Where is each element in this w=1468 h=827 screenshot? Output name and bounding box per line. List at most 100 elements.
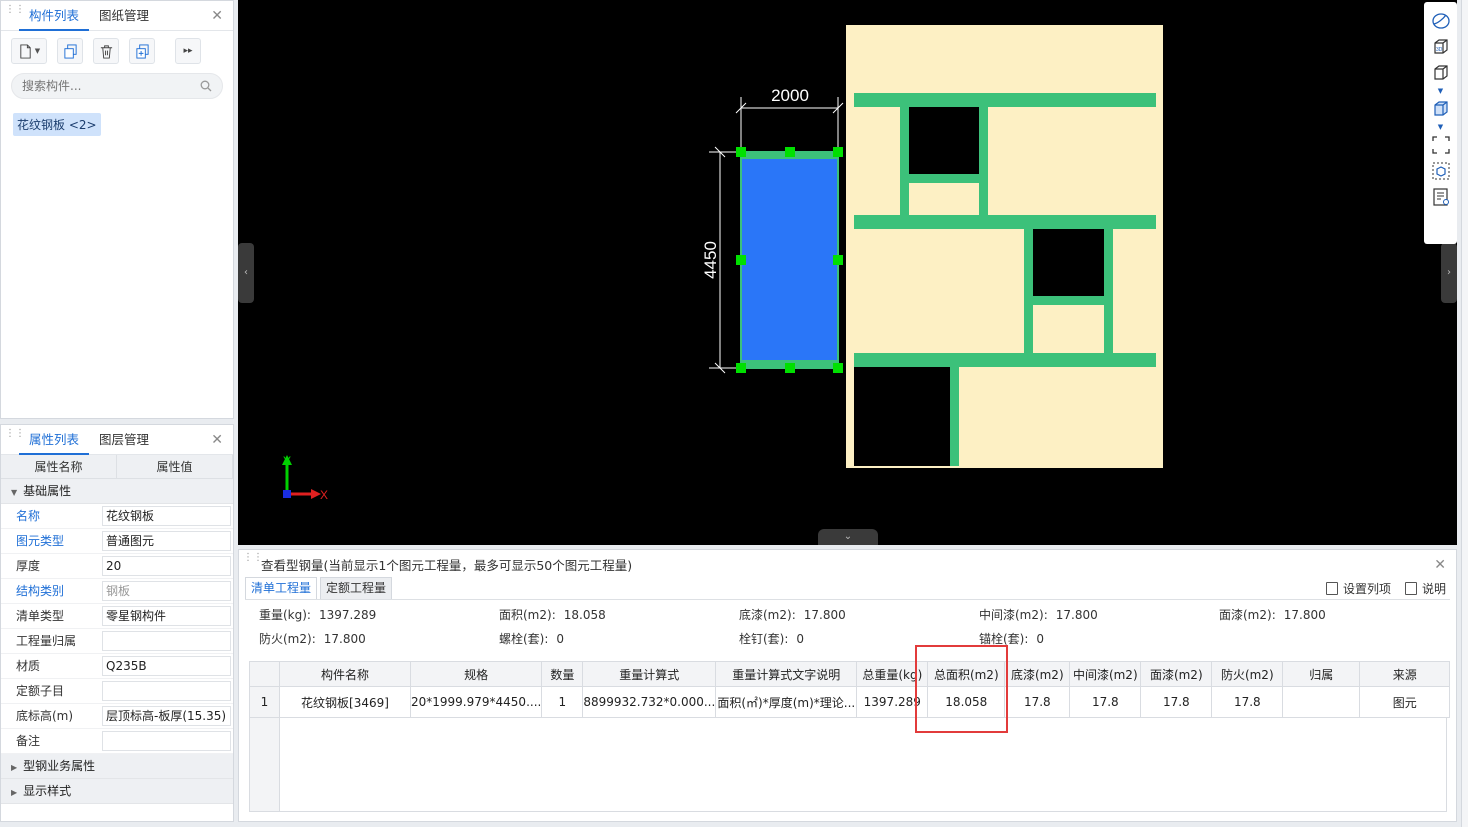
table-cell[interactable]: 17.8	[1211, 686, 1284, 718]
tab-drawing-management[interactable]: 图纸管理	[89, 1, 159, 31]
group-basic-properties[interactable]: ▼ 基础属性	[1, 479, 233, 504]
table-cell[interactable]: 17.8	[1004, 686, 1071, 718]
view-cube-button[interactable]	[1429, 62, 1453, 84]
view-3d-button[interactable]: 3D	[1429, 36, 1453, 58]
beam[interactable]	[854, 215, 1156, 229]
tab-property-list[interactable]: 属性列表	[19, 425, 90, 455]
table-cell[interactable]: 17.8	[1069, 686, 1142, 718]
delete-button[interactable]	[93, 38, 119, 64]
property-value-field[interactable]	[102, 731, 231, 751]
column-header[interactable]: 归属	[1282, 661, 1361, 687]
property-value-field[interactable]: 花纹钢板	[102, 506, 231, 526]
selected-steel-plate[interactable]	[740, 151, 839, 369]
caret-down-icon[interactable]: ▼	[1438, 88, 1443, 95]
table-cell[interactable]: 花纹钢板[3469]	[279, 686, 411, 718]
property-row: 底标高(m) 层顶标高-板厚(15.35)	[1, 704, 233, 729]
tab-component-list[interactable]: 构件列表	[19, 1, 90, 31]
beam[interactable]	[909, 174, 979, 183]
new-component-button[interactable]: ▼	[11, 38, 47, 64]
close-icon[interactable]: ✕	[1434, 557, 1446, 573]
property-value-field[interactable]: 钢板	[102, 581, 231, 601]
beam[interactable]	[950, 367, 959, 466]
group-business-properties[interactable]: ▶ 型钢业务属性	[1, 754, 233, 779]
close-icon[interactable]: ✕	[211, 432, 223, 448]
grip-handle[interactable]	[785, 363, 795, 373]
beam[interactable]	[854, 353, 1156, 367]
grip-handle[interactable]	[833, 255, 843, 265]
grip-handle[interactable]	[736, 147, 746, 157]
tab-quota-quantity[interactable]: 定额工程量	[320, 577, 393, 599]
property-value-field[interactable]	[102, 681, 231, 701]
grip-handle[interactable]	[833, 147, 843, 157]
group-display-style[interactable]: ▶ 显示样式	[1, 779, 233, 804]
property-value-field[interactable]: 层顶标高-板厚(15.35)	[102, 706, 231, 726]
column-header[interactable]: 防火(m2)	[1211, 661, 1284, 687]
copy-button[interactable]	[57, 38, 83, 64]
property-value-field[interactable]	[102, 631, 231, 651]
drag-grip-icon[interactable]: ⋮⋮	[243, 553, 263, 574]
table-cell[interactable]: 1	[541, 686, 584, 718]
tab-bill-quantity[interactable]: 清单工程量	[245, 577, 318, 599]
table-row[interactable]: 1 花纹钢板[3469] 20*1999.979*4450.... 1 8899…	[249, 686, 1451, 718]
summary-item: 底漆(m2): 17.800	[739, 606, 979, 623]
column-header[interactable]: 中间漆(m2)	[1069, 661, 1142, 687]
property-value-field[interactable]: 普通图元	[102, 531, 231, 551]
row-number: 1	[249, 686, 280, 718]
search-icon[interactable]	[200, 80, 212, 92]
fullscreen-icon	[1431, 136, 1450, 154]
tab-layer-management[interactable]: 图层管理	[89, 425, 159, 455]
new-file-icon	[20, 43, 31, 59]
table-cell[interactable]: 20*1999.979*4450....	[409, 686, 543, 718]
close-icon[interactable]: ✕	[211, 8, 223, 24]
table-cell[interactable]	[1282, 686, 1361, 718]
table-cell[interactable]: 8899932.732*0.000...	[582, 686, 717, 718]
duplicate-button[interactable]	[129, 38, 155, 64]
table-cell[interactable]: 图元	[1359, 686, 1451, 718]
column-header[interactable]: 重量计算式	[582, 661, 717, 687]
grip-handle[interactable]	[785, 147, 795, 157]
table-cell[interactable]: 面积(㎡)*厚度(m)*理论...	[715, 686, 858, 718]
cube-icon	[1433, 65, 1448, 80]
view-box-button[interactable]	[1429, 160, 1453, 182]
column-header[interactable]: 数量	[541, 661, 584, 687]
column-header[interactable]: 面漆(m2)	[1140, 661, 1213, 687]
component-search-box[interactable]	[11, 73, 223, 99]
drawing-canvas[interactable]: 2000 4450 Y X ‹ › ⌄	[238, 0, 1457, 545]
left-collapse-handle[interactable]: ‹	[238, 243, 254, 303]
drag-grip-icon[interactable]: ⋮⋮	[5, 4, 25, 26]
beam[interactable]	[979, 107, 988, 215]
bottom-collapse-handle[interactable]: ⌄	[818, 529, 878, 545]
help-button[interactable]: 说明	[1404, 580, 1446, 597]
property-value-field[interactable]: 20	[102, 556, 231, 576]
orbit-view-button[interactable]	[1429, 10, 1453, 32]
column-header[interactable]: 规格	[409, 661, 543, 687]
fit-view-button[interactable]	[1429, 134, 1453, 156]
summary-label: 重量(kg):	[259, 608, 311, 622]
column-header[interactable]: 构件名称	[279, 661, 411, 687]
table-cell[interactable]: 17.8	[1140, 686, 1213, 718]
column-header[interactable]: 来源	[1359, 661, 1451, 687]
grip-handle[interactable]	[736, 363, 746, 373]
beam[interactable]	[1033, 296, 1104, 305]
right-collapse-handle[interactable]: ›	[1441, 243, 1457, 303]
grip-handle[interactable]	[833, 363, 843, 373]
beam[interactable]	[900, 107, 909, 215]
caret-down-icon[interactable]: ▼	[1438, 124, 1443, 131]
view-shaded-button[interactable]	[1429, 98, 1453, 120]
drag-grip-icon[interactable]: ⋮⋮	[5, 428, 25, 450]
property-value-field[interactable]: 零星钢构件	[102, 606, 231, 626]
beam[interactable]	[1024, 229, 1033, 353]
column-header[interactable]: 重量计算式文字说明	[715, 661, 858, 687]
property-value-field[interactable]: Q235B	[102, 656, 231, 676]
column-header[interactable]: 底漆(m2)	[1004, 661, 1071, 687]
summary-item: 面积(m2): 18.058	[499, 606, 739, 623]
component-tag[interactable]: 花纹钢板 <2>	[13, 113, 101, 136]
more-button[interactable]: ▸▸	[175, 38, 201, 64]
search-input[interactable]	[22, 79, 200, 93]
grip-handle[interactable]	[736, 255, 746, 265]
set-columns-button[interactable]: 设置列项	[1325, 580, 1391, 597]
report-view-button[interactable]	[1429, 186, 1453, 208]
beam[interactable]	[1104, 229, 1113, 353]
summary-value: 17.800	[803, 608, 846, 622]
beam[interactable]	[854, 93, 1156, 107]
